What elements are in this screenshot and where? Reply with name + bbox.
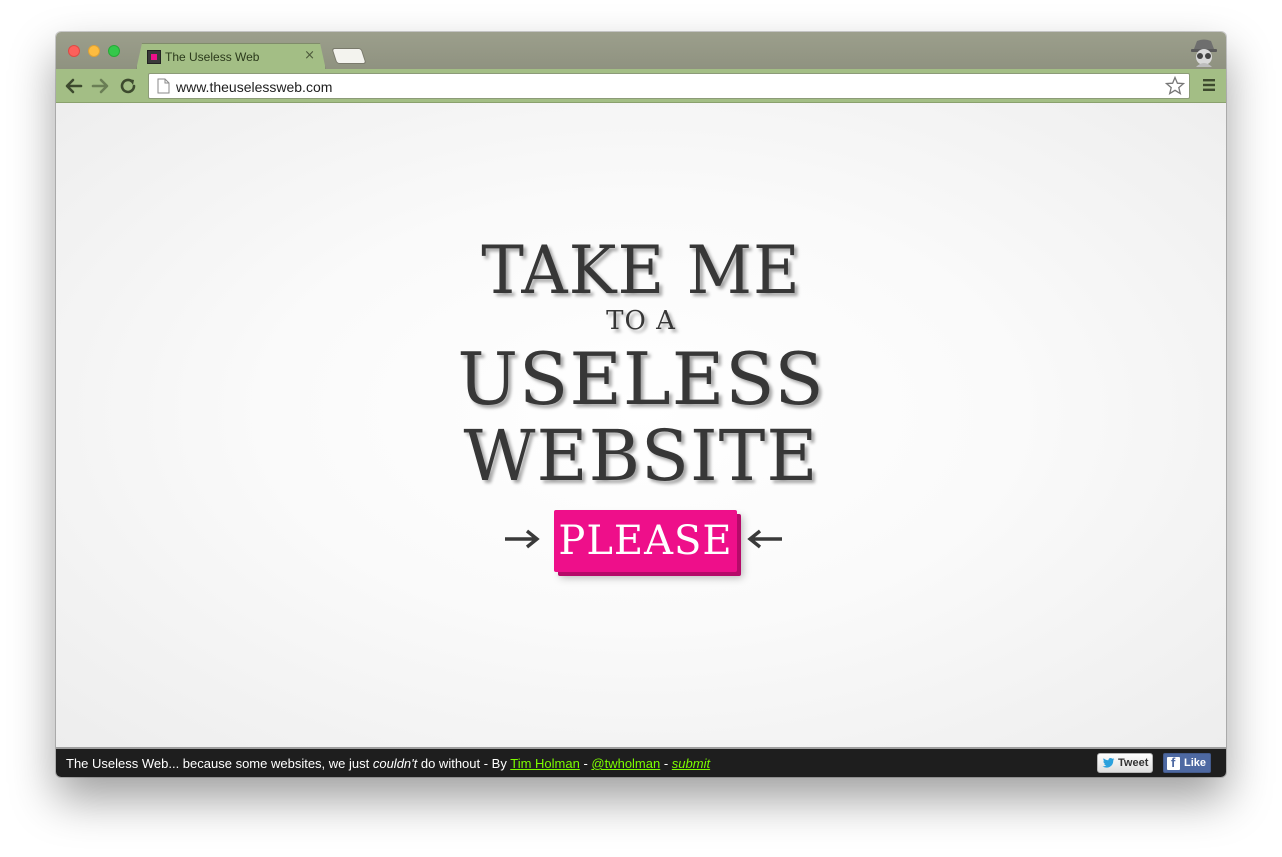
twitter-bird-icon bbox=[1102, 758, 1115, 768]
like-label: Like bbox=[1184, 757, 1207, 769]
browser-window: The Useless Web × www.theuselessweb.com … bbox=[56, 32, 1226, 777]
close-window-button[interactable] bbox=[68, 45, 80, 57]
page-icon bbox=[157, 78, 170, 94]
star-icon[interactable] bbox=[1165, 76, 1185, 96]
please-row: PLEASE bbox=[56, 508, 1226, 574]
author-link[interactable]: Tim Holman bbox=[510, 756, 580, 771]
browser-toolbar: www.theuselessweb.com bbox=[56, 69, 1226, 103]
footer: The Useless Web... because some websites… bbox=[56, 747, 1226, 777]
tab-title: The Useless Web bbox=[165, 50, 260, 64]
favicon-icon bbox=[147, 50, 161, 64]
url-text[interactable]: www.theuselessweb.com bbox=[176, 79, 332, 95]
twitter-handle-link[interactable]: @twholman bbox=[591, 756, 660, 771]
new-tab-button[interactable] bbox=[331, 48, 367, 64]
address-bar[interactable]: www.theuselessweb.com bbox=[148, 73, 1190, 99]
please-button[interactable]: PLEASE bbox=[554, 510, 737, 572]
headline-useless: USELESS bbox=[457, 337, 825, 421]
facebook-icon bbox=[1167, 755, 1180, 770]
menu-icon[interactable] bbox=[1202, 78, 1216, 92]
back-arrow-icon[interactable] bbox=[63, 75, 85, 97]
headline-to-a: TO A bbox=[606, 306, 676, 336]
submit-link[interactable]: submit bbox=[672, 756, 710, 771]
footer-text-after: do without - By bbox=[417, 756, 511, 771]
footer-text-before: The Useless Web... because some websites… bbox=[66, 756, 373, 771]
incognito-icon bbox=[1191, 39, 1217, 67]
footer-text-emphasis: couldn't bbox=[372, 756, 418, 771]
tweet-label: Tweet bbox=[1118, 757, 1149, 769]
zoom-window-button[interactable] bbox=[108, 45, 120, 57]
footer-text: The Useless Web... because some websites… bbox=[66, 756, 710, 771]
arrow-right-icon bbox=[505, 529, 540, 549]
arrow-left-icon bbox=[747, 529, 782, 549]
tab-the-useless-web[interactable]: The Useless Web × bbox=[136, 43, 326, 70]
footer-separator: - bbox=[660, 756, 672, 771]
tab-strip: The Useless Web × bbox=[56, 32, 1226, 69]
footer-separator: - bbox=[579, 756, 592, 771]
reload-icon[interactable] bbox=[117, 75, 139, 97]
minimize-window-button[interactable] bbox=[88, 45, 100, 57]
forward-arrow-icon[interactable] bbox=[89, 75, 111, 97]
headline-website: WEBSITE bbox=[463, 415, 819, 497]
tweet-button[interactable]: Tweet bbox=[1097, 753, 1153, 773]
facebook-like-button[interactable]: Like bbox=[1163, 753, 1211, 773]
tab-close-button[interactable]: × bbox=[304, 48, 315, 63]
page-content: TAKE ME TO A USELESS WEBSITE PLEASE bbox=[56, 103, 1226, 747]
headline-take-me: TAKE ME bbox=[481, 232, 801, 310]
